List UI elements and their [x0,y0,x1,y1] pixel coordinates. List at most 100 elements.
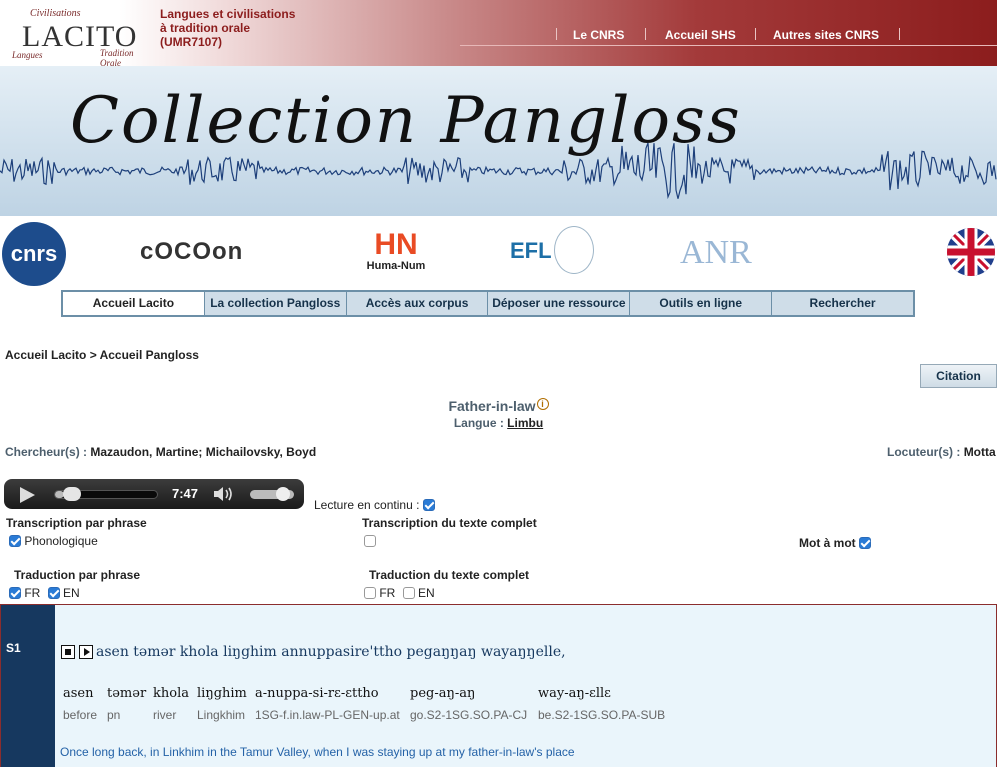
transcription-phrase-heading: Transcription par phrase [6,516,147,530]
logo-arc-right: Tradition Orale [100,48,134,68]
word-gloss-text: 1SG-f.in.law-PL-GEN-up.at [255,708,400,722]
cnrs-logo[interactable]: cnrs [2,222,66,286]
cocoon-logo[interactable]: cOCOon [140,238,243,266]
lacito-logo[interactable]: Civilisations LACITO Langues Tradition O… [8,4,153,68]
full-en-label: EN [418,586,435,600]
link-accueil-shs[interactable]: Accueil SHS [665,28,736,42]
speakers-label: Locuteur(s) : [887,445,961,459]
word-form: liŋghim [197,686,247,701]
phrase-fr-checkbox[interactable] [9,587,21,599]
pangloss-banner: Collection Pangloss [0,66,997,216]
full-en-checkbox[interactable] [402,587,415,599]
transcription-full-heading: Transcription du texte complet [362,516,537,530]
waveform-graphic [0,142,997,200]
translation-full-heading: Traduction du texte complet [369,568,530,582]
top-link-separator [755,28,756,40]
word-gloss: peg-aŋ-aŋ go.S2-1SG.SO.PA-CJ [410,686,527,722]
citation-button[interactable]: Citation [920,364,997,388]
word-form: a-nuppa-si-rɛ-ɛttho [255,686,379,701]
translation-phrase-heading: Traduction par phrase [14,568,141,582]
continuous-play-checkbox[interactable] [422,499,435,511]
nav-outils-en-ligne[interactable]: Outils en ligne [630,292,773,315]
nav-rechercher[interactable]: Rechercher [772,292,913,315]
word-gloss: təmər pn [107,686,146,722]
lab-name-line-3: (UMR7107) [160,35,223,49]
link-le-cnrs[interactable]: Le CNRS [573,28,624,42]
word-gloss-text: river [153,708,177,722]
word-gloss: liŋghim Lingkhim [197,686,247,722]
audio-player: 7:47 [4,479,304,509]
top-link-separator [645,28,646,40]
sentence-id: S1 [1,605,55,767]
phonologique-label: Phonologique [24,534,98,548]
humanum-label: Huma-Num [366,260,426,272]
word-gloss-text: Lingkhim [197,708,246,722]
volume-icon[interactable] [212,485,236,503]
speakers: Locuteur(s) : Motta [887,445,996,459]
word-form: asen [63,686,94,701]
volume-handle[interactable] [276,487,290,501]
info-icon[interactable]: i [536,398,549,410]
anr-logo[interactable]: ANR [680,234,752,272]
phrase-en-label: EN [63,586,80,600]
researchers-value: Mazaudon, Martine; Michailovsky, Boyd [90,445,317,459]
continuous-play-label: Lecture en continu : [314,498,420,512]
researchers-label: Chercheur(s) : [5,445,88,459]
word-gloss: way-aŋ-ɛllɛ be.S2-1SG.SO.PA-SUB [538,686,665,722]
word-by-word-label: Mot à mot [799,536,856,550]
transcription-full-checkbox[interactable] [364,535,376,547]
partner-logos: cnrs cOCOon HN Huma-Num EFL ANR [0,216,997,288]
english-flag-icon[interactable] [947,228,995,276]
full-fr-label: FR [379,586,396,600]
word-form: khola [153,686,189,701]
word-form: təmər [107,686,147,701]
language-label: Langue : [453,416,504,430]
logo-arc-left: Langues [12,50,43,60]
lab-name-line-1: Langues et civilisations [160,7,296,21]
lab-name: Langues et civilisations à tradition ora… [160,7,330,49]
document-title: Father-in-law i [0,398,997,414]
speakers-value: Motta [963,445,996,459]
stop-button[interactable] [61,645,75,659]
humanum-logo[interactable]: HN Huma-Num [356,228,436,273]
play-icon[interactable] [20,487,35,503]
phrase-en-checkbox[interactable] [47,587,60,599]
word-gloss: khola river [153,686,189,722]
word-by-word-option: Mot à mot [799,536,872,550]
efl-logo[interactable]: EFL [510,238,552,264]
humanum-mark: HN [374,228,418,261]
word-gloss: a-nuppa-si-rɛ-ɛttho 1SG-f.in.law-PL-GEN-u… [255,686,400,722]
translation-full-options: FR EN [364,586,435,600]
language-line: Langue : Limbu [0,416,997,430]
nav-collection-pangloss[interactable]: La collection Pangloss [205,292,347,315]
full-fr-checkbox[interactable] [364,587,376,599]
word-gloss-text: pn [107,708,121,722]
sentence-block: S1 asen təmər khola liŋghim annuppasire'… [0,604,997,767]
phonologique-checkbox[interactable] [9,535,21,547]
translation-phrase-options: FR EN [9,586,80,600]
link-autres-sites-cnrs[interactable]: Autres sites CNRS [773,28,879,42]
word-form: peg-aŋ-aŋ [410,686,476,701]
transcription-full-option [364,534,376,548]
play-sentence-button[interactable] [79,645,93,659]
continuous-play-option: Lecture en continu : [314,498,435,512]
efl-seal-icon [554,226,594,274]
language-link[interactable]: Limbu [507,416,543,430]
nav-deposer-ressource[interactable]: Déposer une ressource [488,292,631,315]
nav-accueil-lacito[interactable]: Accueil Lacito [63,292,205,315]
time-display: 7:47 [172,486,199,501]
phonologique-option: Phonologique [9,534,98,548]
sentence-translation: Once long back, in Linkhim in the Tamur … [60,745,575,759]
logo-arc-top: Civilisations [30,8,81,19]
top-header: Civilisations LACITO Langues Tradition O… [0,0,997,68]
word-by-word-checkbox[interactable] [859,537,872,549]
top-links: Le CNRS Accueil SHS Autres sites CNRS [460,28,997,46]
seek-handle[interactable] [63,487,81,501]
play-icon [84,648,90,656]
word-gloss: asen before [63,686,97,722]
word-gloss-text: be.S2-1SG.SO.PA-SUB [538,708,666,722]
nav-acces-corpus[interactable]: Accès aux corpus [347,292,489,315]
breadcrumb[interactable]: Accueil Lacito > Accueil Pangloss [5,348,199,362]
sentence-transcription: asen təmər khola liŋghim annuppasire'tth… [96,644,566,660]
lab-name-line-2: à tradition orale [160,21,251,35]
